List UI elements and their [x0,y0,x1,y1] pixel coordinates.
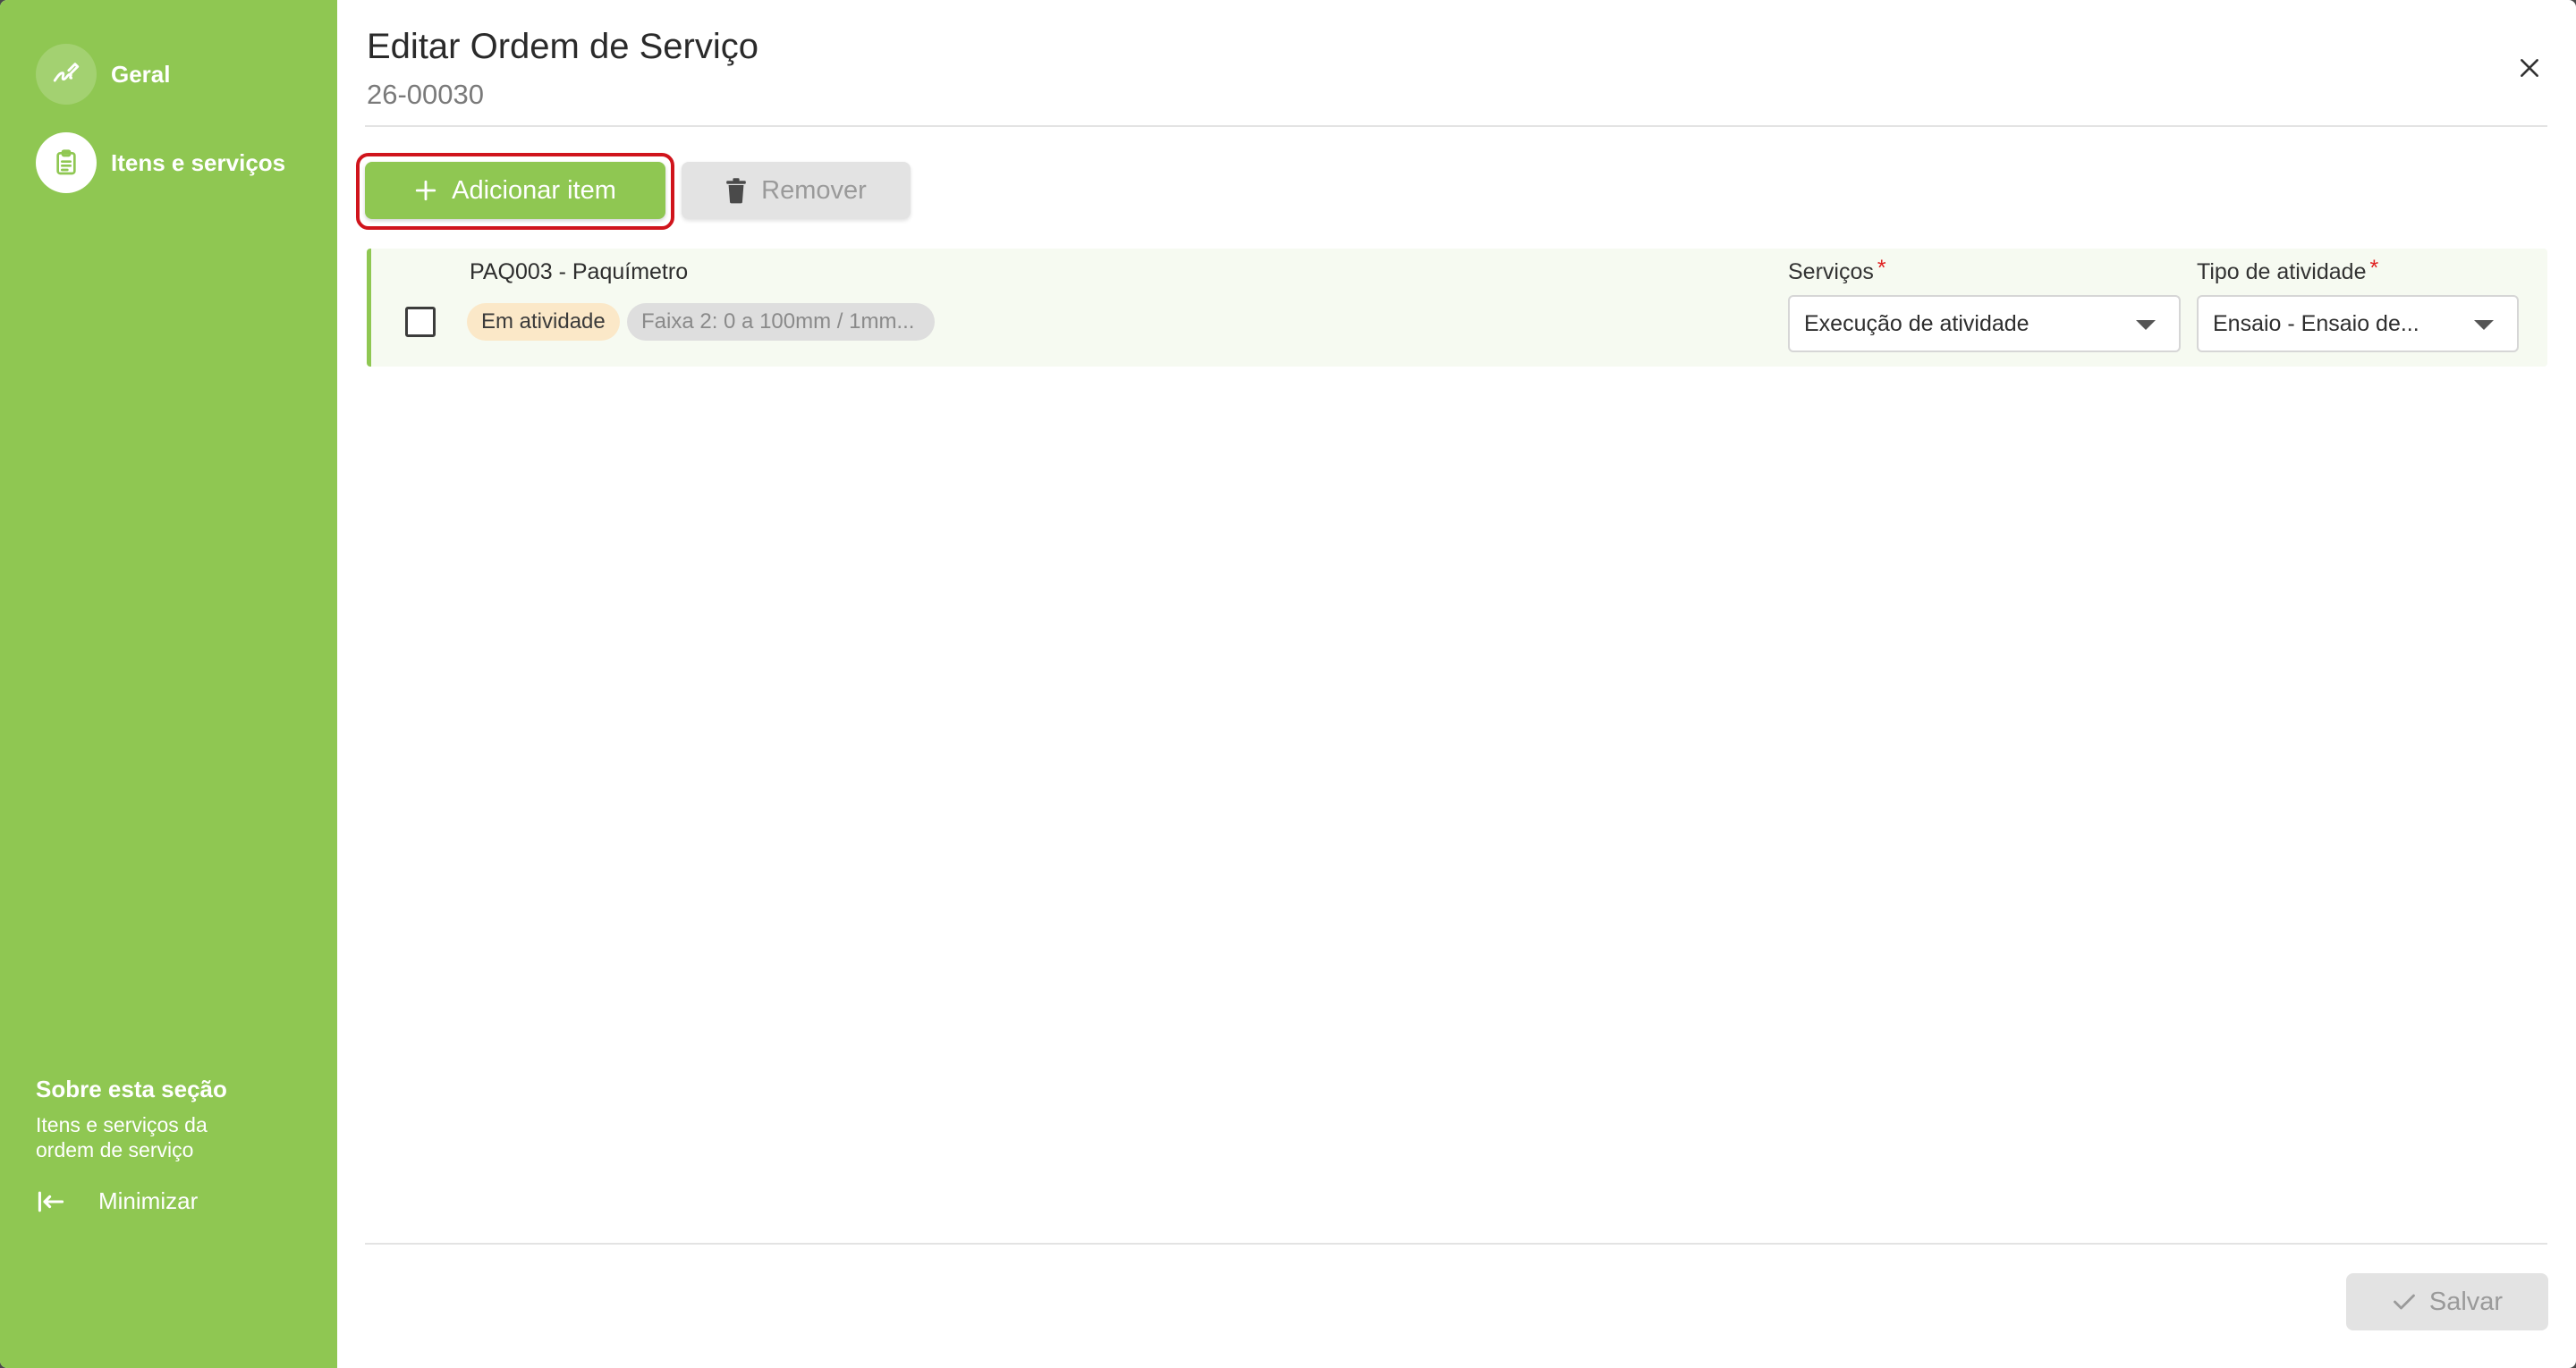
save-label: Salvar [2428,1287,2504,1316]
tipo-atividade-select[interactable]: Ensaio - Ensaio de... [2197,295,2519,352]
order-number: 26-00030 [367,79,485,110]
close-button[interactable] [2503,41,2556,95]
item-checkbox[interactable] [405,307,436,337]
required-mark: * [1877,256,1886,281]
clipboard-list-icon [36,132,97,193]
sidebar-item-geral[interactable]: Geral [36,43,171,106]
servicos-select[interactable]: Execução de atividade [1788,295,2181,352]
header-divider [365,125,2547,127]
chevron-down-icon [2136,320,2156,330]
plus-icon [414,179,437,202]
required-mark: * [2369,256,2379,281]
add-item-button[interactable]: Adicionar item [365,162,665,219]
section-about: Sobre esta seção Itens e serviços da ord… [36,1076,242,1162]
tipo-atividade-label: Tipo de atividade * [2197,256,2379,285]
footer-divider [365,1243,2547,1245]
remove-label: Remover [761,175,867,205]
chevron-down-icon [2474,320,2494,330]
check-icon [2392,1291,2417,1313]
servicos-label-text: Serviços [1788,259,1874,284]
servicos-value: Execução de atividade [1804,310,2029,336]
edit-service-order-dialog: Geral Itens e serviços Sobre esta seção … [0,0,2576,1368]
close-icon [2518,56,2541,80]
minimize-label: Minimizar [98,1187,199,1214]
servicos-label: Serviços * [1788,256,1886,285]
add-item-label: Adicionar item [452,175,616,205]
dialog-title: Editar Ordem de Serviço [367,27,758,66]
sidebar-item-label: Geral [111,60,171,88]
signature-icon [36,44,97,105]
sidebar-item-label: Itens e serviços [111,148,286,176]
remove-button[interactable]: Remover [682,162,911,219]
section-about-description: Itens e serviços da ordem de serviço [36,1113,208,1161]
item-row: PAQ003 - Paquímetro Em atividade Faixa 2… [367,249,2547,367]
save-button[interactable]: Salvar [2346,1273,2548,1330]
item-name: PAQ003 - Paquímetro [470,259,689,284]
tipo-atividade-value: Ensaio - Ensaio de... [2213,310,2419,336]
sidebar-item-itens-servicos[interactable]: Itens e serviços [36,131,285,194]
tipo-atividade-label-text: Tipo de atividade [2197,259,2367,284]
trash-icon [725,177,747,204]
collapse-left-icon [36,1189,66,1214]
sidebar: Geral Itens e serviços Sobre esta seção … [0,0,337,1368]
minimize-button[interactable]: Minimizar [36,1187,198,1215]
section-about-title: Sobre esta seção [36,1076,227,1102]
status-badge: Em atividade [467,303,620,341]
range-badge: Faixa 2: 0 a 100mm / 1mm... [627,303,935,341]
